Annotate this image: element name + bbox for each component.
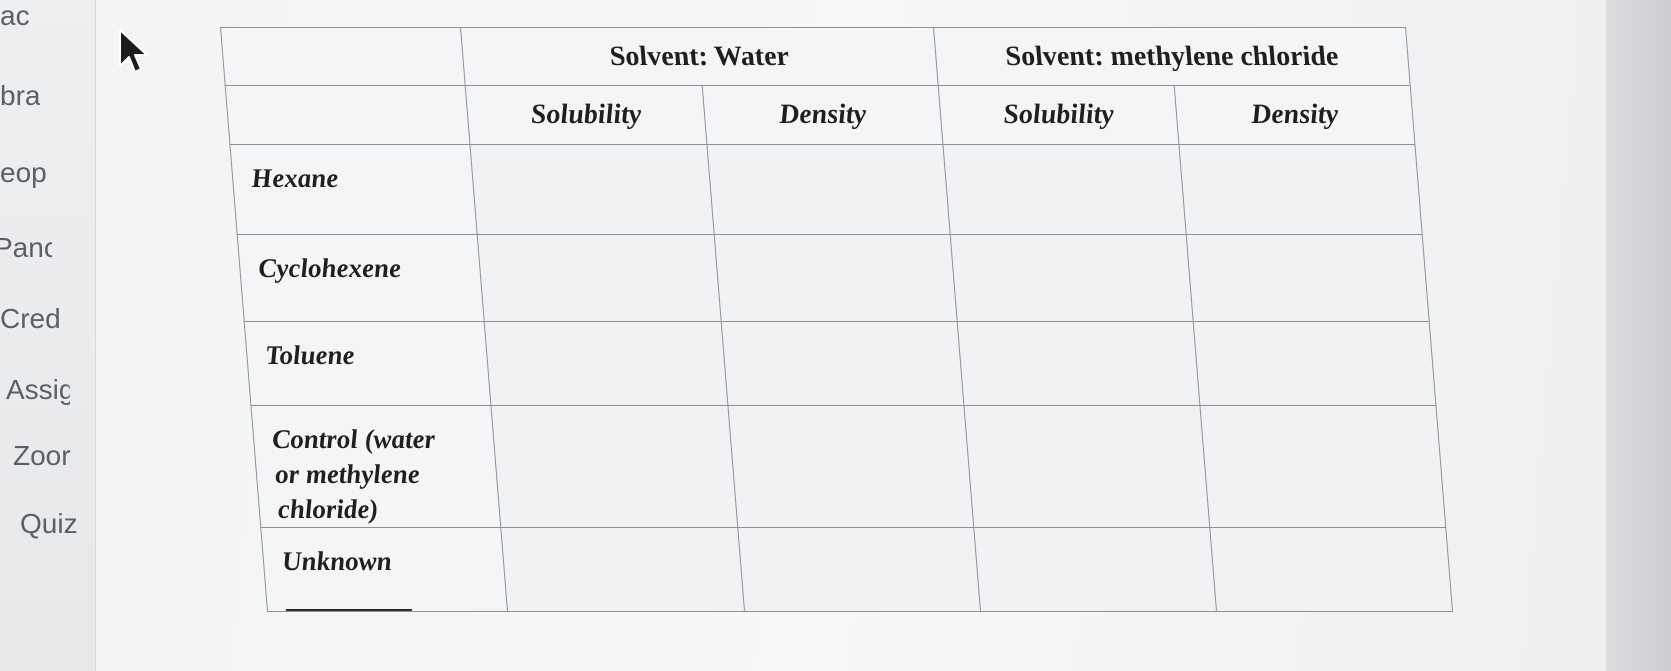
table-subheader-row: Solubility Density Solubility Density xyxy=(225,85,1415,145)
row-label-control-line-3: chloride) xyxy=(276,494,380,524)
table-row: Toluene xyxy=(244,321,1436,406)
cell-toluene-water-solubility[interactable] xyxy=(484,321,728,406)
cell-cyclohexene-mc-solubility[interactable] xyxy=(950,234,1194,322)
cell-toluene-mc-density[interactable] xyxy=(1193,321,1436,406)
subheader-mc-density: Density xyxy=(1174,85,1415,145)
subheader-water-solubility: Solubility xyxy=(465,85,707,145)
cell-cyclohexene-water-solubility[interactable] xyxy=(477,234,722,322)
cell-unknown-mc-density[interactable] xyxy=(1209,527,1453,612)
cell-control-mc-density[interactable] xyxy=(1199,405,1446,528)
cell-hexane-mc-density[interactable] xyxy=(1178,144,1423,235)
row-label-unknown-text: Unknown xyxy=(280,546,393,576)
subheader-blank-cell xyxy=(225,85,470,145)
row-label-control-line-1: Control (water xyxy=(270,424,437,454)
cell-toluene-mc-solubility[interactable] xyxy=(957,321,1200,406)
solubility-density-table: Solvent: Water Solvent: methylene chlori… xyxy=(220,27,1454,612)
sidebar-item-5[interactable]: Assig xyxy=(6,374,70,406)
cell-control-water-solubility[interactable] xyxy=(490,405,738,528)
cell-unknown-water-solubility[interactable] xyxy=(500,527,745,612)
sidebar-item-2[interactable]: eop xyxy=(0,157,46,189)
table-row: Control (water or methylene chloride) xyxy=(250,405,1446,528)
sidebar-item-3[interactable]: Panc xyxy=(0,232,52,264)
cell-control-water-density[interactable] xyxy=(727,405,974,528)
unknown-blank-line xyxy=(285,609,412,611)
row-label-toluene: Toluene xyxy=(244,321,491,406)
sidebar-item-6[interactable]: Zoor xyxy=(13,440,77,472)
cell-cyclohexene-mc-density[interactable] xyxy=(1186,234,1430,322)
table-header-row: Solvent: Water Solvent: methylene chlori… xyxy=(220,27,1411,86)
row-label-control: Control (water or methylene chloride) xyxy=(250,405,501,528)
row-label-hexane: Hexane xyxy=(229,144,478,235)
table-container: Solvent: Water Solvent: methylene chlori… xyxy=(220,27,1454,612)
cell-control-mc-solubility[interactable] xyxy=(963,405,1210,528)
window-edge xyxy=(1606,0,1671,671)
cell-hexane-water-density[interactable] xyxy=(706,144,951,235)
cell-hexane-mc-solubility[interactable] xyxy=(942,144,1187,235)
header-solvent-water: Solvent: Water xyxy=(460,27,939,86)
header-corner-cell xyxy=(220,27,466,86)
row-label-cyclohexene: Cyclohexene xyxy=(237,234,485,322)
cell-unknown-water-density[interactable] xyxy=(737,527,981,612)
sidebar-item-0[interactable]: ac xyxy=(0,0,42,32)
mouse-pointer-icon xyxy=(119,29,148,73)
table-row: Cyclohexene xyxy=(237,234,1430,322)
sidebar-item-1[interactable]: bra xyxy=(0,80,40,112)
header-solvent-methylene-chloride: Solvent: methylene chloride xyxy=(933,27,1411,86)
cell-toluene-water-density[interactable] xyxy=(721,321,964,406)
cell-hexane-water-solubility[interactable] xyxy=(469,144,715,235)
cell-unknown-mc-solubility[interactable] xyxy=(973,527,1217,612)
row-label-control-line-2: or methylene xyxy=(273,459,421,489)
table-row: Hexane xyxy=(229,144,1423,235)
subheader-mc-solubility: Solubility xyxy=(938,85,1179,145)
sidebar-item-7[interactable]: Quiz xyxy=(20,508,90,540)
cell-cyclohexene-water-density[interactable] xyxy=(714,234,958,322)
table-row: Unknown xyxy=(260,527,1453,612)
subheader-water-density: Density xyxy=(702,85,943,145)
row-label-unknown: Unknown xyxy=(260,527,508,612)
sidebar-item-4[interactable]: Cred xyxy=(0,303,63,335)
left-sidebar: ac bra eop Panc Cred Assig Zoor Quiz xyxy=(0,0,100,671)
